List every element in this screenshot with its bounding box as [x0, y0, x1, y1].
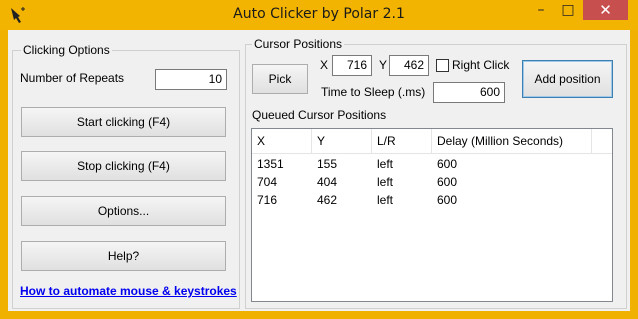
- column-header-y[interactable]: Y: [312, 129, 372, 153]
- sleep-label: Time to Sleep (.ms): [321, 85, 426, 99]
- cell-delay: 600: [437, 193, 458, 207]
- table-row[interactable]: 1351 155 left 600: [252, 155, 612, 173]
- column-header-delay[interactable]: Delay (Million Seconds): [432, 129, 592, 153]
- cell-delay: 600: [437, 175, 458, 189]
- window-frame-right: [630, 30, 638, 319]
- title-bar[interactable]: Auto Clicker by Polar 2.1 – □ ✕: [0, 0, 638, 30]
- list-header: X Y L/R Delay (Million Seconds): [252, 129, 612, 154]
- column-header-x[interactable]: X: [252, 129, 312, 153]
- cell-delay: 600: [437, 157, 458, 171]
- y-label: Y: [379, 58, 388, 72]
- maximize-button[interactable]: □: [555, 0, 581, 20]
- cell-lr: left: [377, 193, 394, 207]
- client-area: Clicking Options Number of Repeats 10 St…: [8, 30, 630, 311]
- right-click-checkbox[interactable]: [436, 59, 449, 72]
- cell-y: 462: [317, 193, 338, 207]
- sleep-input[interactable]: 600: [433, 82, 505, 103]
- cell-x: 704: [257, 175, 278, 189]
- options-button[interactable]: Options...: [21, 196, 226, 226]
- automation-help-link[interactable]: How to automate mouse & keystrokes: [20, 284, 237, 298]
- table-row[interactable]: 716 462 left 600: [252, 191, 612, 209]
- cell-lr: left: [377, 175, 394, 189]
- column-header-filler: [592, 129, 612, 153]
- cell-y: 404: [317, 175, 338, 189]
- pick-button[interactable]: Pick: [252, 64, 308, 94]
- minimize-button[interactable]: –: [528, 0, 554, 20]
- cell-y: 155: [317, 157, 338, 171]
- column-header-lr[interactable]: L/R: [372, 129, 432, 153]
- queued-positions-label: Queued Cursor Positions: [252, 108, 387, 122]
- stop-clicking-button[interactable]: Stop clicking (F4): [21, 151, 226, 181]
- help-button[interactable]: Help?: [21, 241, 226, 271]
- cell-lr: left: [377, 157, 394, 171]
- window-frame-left: [0, 30, 8, 319]
- add-position-button[interactable]: Add position: [522, 60, 613, 98]
- cell-x: 1351: [257, 157, 284, 171]
- close-button[interactable]: ✕: [583, 0, 628, 20]
- table-row[interactable]: 704 404 left 600: [252, 173, 612, 191]
- repeats-label: Number of Repeats: [20, 71, 125, 85]
- cell-x: 716: [257, 193, 278, 207]
- y-coordinate-input[interactable]: 462: [389, 55, 429, 76]
- right-click-label[interactable]: Right Click: [452, 58, 509, 72]
- queued-positions-list[interactable]: X Y L/R Delay (Million Seconds) 1351 155…: [251, 128, 613, 302]
- cursor-positions-title: Cursor Positions: [252, 37, 345, 51]
- repeats-input[interactable]: 10: [155, 69, 227, 90]
- x-coordinate-input[interactable]: 716: [332, 55, 372, 76]
- x-label: X: [320, 58, 329, 72]
- clicking-options-title: Clicking Options: [21, 43, 112, 57]
- start-clicking-button[interactable]: Start clicking (F4): [21, 107, 226, 137]
- window-frame-bottom: [0, 311, 638, 319]
- app-window: Auto Clicker by Polar 2.1 – □ ✕ Clicking…: [0, 0, 638, 319]
